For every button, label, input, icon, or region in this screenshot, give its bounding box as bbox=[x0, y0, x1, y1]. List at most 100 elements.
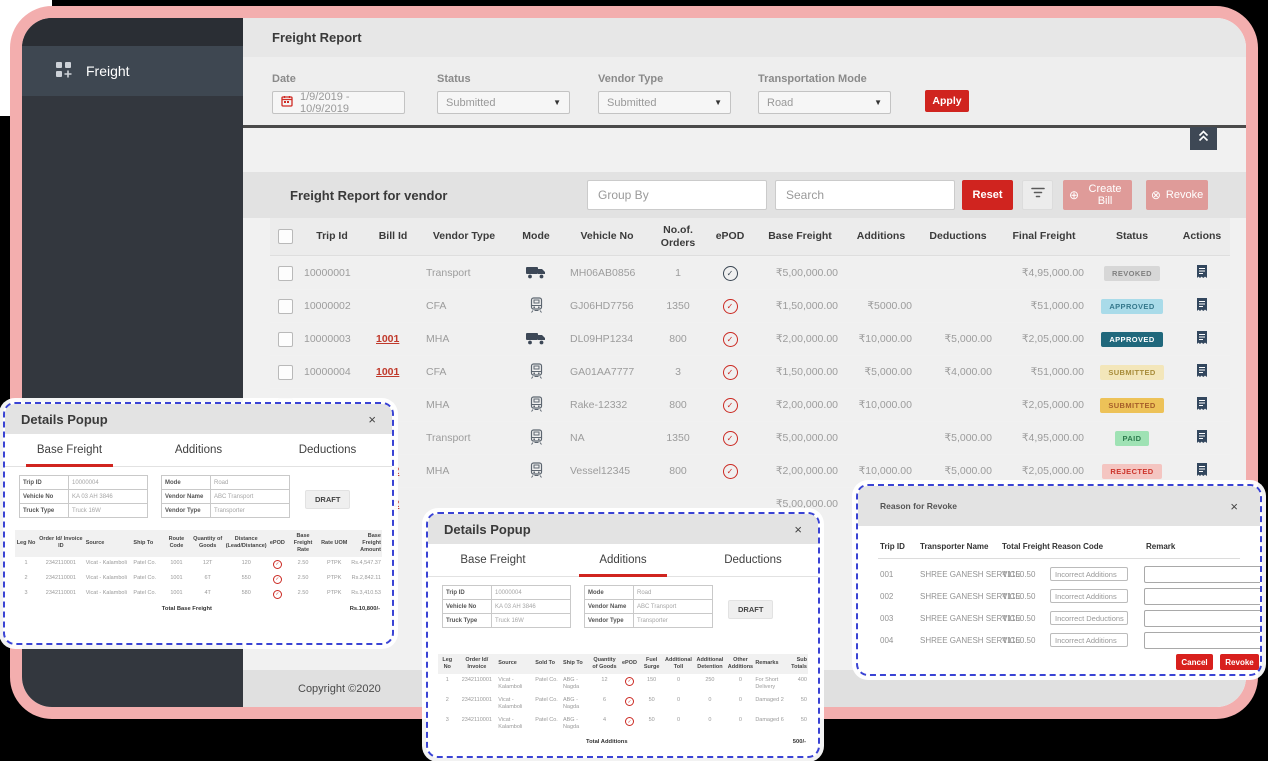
table-row: MHARake-12332800✓₹2,00,000.00₹10,000.00₹… bbox=[270, 389, 1230, 421]
field-row: Vehicle NoKA 03 AH 3846 bbox=[442, 599, 571, 614]
row-checkbox[interactable] bbox=[278, 299, 293, 314]
vendor-type-select[interactable]: Submitted ▼ bbox=[598, 91, 731, 114]
collapse-panel-button[interactable] bbox=[1190, 127, 1217, 150]
field-label: Mode bbox=[161, 475, 211, 490]
status-select[interactable]: Submitted ▼ bbox=[437, 91, 570, 114]
grid-col-header: Fuel Surge bbox=[640, 654, 664, 674]
status-badge: SUBMITTED bbox=[1100, 398, 1163, 413]
tab-deductions[interactable]: Deductions bbox=[688, 544, 818, 576]
filter-funnel-button[interactable] bbox=[1022, 180, 1053, 210]
vehicle-no-cell: Rake-12332 bbox=[562, 399, 652, 411]
bill-action-button[interactable] bbox=[1195, 363, 1209, 382]
field-value: Road bbox=[634, 585, 713, 600]
orders-cell: 800 bbox=[652, 333, 704, 345]
grid-header-row: Leg NoOrder Id/ Invoice IDSourceShip ToR… bbox=[15, 530, 382, 557]
vendor-fields: ModeRoadVendor NameABC TransportVendor T… bbox=[584, 586, 713, 628]
mode-road-icon bbox=[525, 270, 547, 282]
status-badge: REJECTED bbox=[1102, 464, 1161, 479]
sidebar-item-freight[interactable]: Freight bbox=[22, 46, 243, 96]
bill-document-icon bbox=[1195, 330, 1209, 349]
remark-input[interactable] bbox=[1144, 632, 1262, 649]
bill-action-button[interactable] bbox=[1195, 297, 1209, 316]
base-freight-cell: ₹5,00,000.00 bbox=[756, 498, 844, 510]
grid-cell: Rs.3,410.53 bbox=[349, 587, 382, 600]
bill-action-button[interactable] bbox=[1195, 462, 1209, 481]
select-all-checkbox[interactable] bbox=[278, 229, 293, 244]
grid-cell: 2.50 bbox=[287, 557, 320, 570]
group-by-input[interactable] bbox=[587, 180, 767, 210]
status-cell: PAID bbox=[1090, 431, 1174, 446]
row-checkbox[interactable] bbox=[278, 266, 293, 281]
bill-action-button[interactable] bbox=[1195, 264, 1209, 283]
close-icon[interactable]: × bbox=[1230, 499, 1238, 514]
bill-id-link[interactable]: 1001 bbox=[376, 333, 399, 345]
actions-cell bbox=[1174, 297, 1230, 316]
grid-cell: Vicat - Kalamboli bbox=[85, 587, 133, 600]
revoke-row: 003SHREE GANESH SERVICE₹1150.50Incorrect… bbox=[858, 609, 1260, 631]
grid-cell: 2342110001 bbox=[37, 587, 85, 600]
grid-cell: ✓ bbox=[268, 572, 286, 587]
grid-col-header: Order Id/ Invoice bbox=[457, 654, 498, 674]
details-popup-additions: Details Popup × Base Freight Additions D… bbox=[426, 512, 820, 758]
remark-input[interactable] bbox=[1144, 566, 1262, 583]
epod-status-icon: ✓ bbox=[625, 697, 634, 706]
final-freight-cell: ₹4,95,000.00 bbox=[998, 432, 1090, 444]
bill-action-button[interactable] bbox=[1195, 330, 1209, 349]
row-checkbox[interactable] bbox=[278, 332, 293, 347]
grid-cell: 2 bbox=[438, 694, 457, 707]
close-icon[interactable]: × bbox=[794, 522, 802, 537]
orders-cell: 800 bbox=[652, 399, 704, 411]
remark-input[interactable] bbox=[1144, 610, 1262, 627]
tab-base-freight[interactable]: Base Freight bbox=[5, 434, 134, 466]
status-cell: APPROVED bbox=[1090, 332, 1174, 347]
grid-cell: 0 bbox=[664, 674, 694, 687]
vendor-type-value: Submitted bbox=[607, 97, 657, 109]
screen: Freight Freight Report Date 1/9/2019 - 1… bbox=[0, 0, 1268, 761]
transport-mode-select[interactable]: Road ▼ bbox=[758, 91, 891, 114]
apply-button[interactable]: Apply bbox=[925, 90, 969, 112]
revoke-label: Revoke bbox=[1166, 189, 1203, 201]
grid-col-header: Remarks bbox=[754, 657, 787, 670]
reset-button[interactable]: Reset bbox=[962, 180, 1013, 210]
epod-status-icon: ✓ bbox=[723, 398, 738, 413]
col-header-remark: Remark bbox=[1146, 542, 1175, 551]
row-checkbox[interactable] bbox=[278, 365, 293, 380]
cancel-button[interactable]: Cancel bbox=[1176, 654, 1213, 670]
grid-col-header: ePOD bbox=[268, 537, 286, 550]
header-divider bbox=[878, 558, 1240, 559]
create-bill-button[interactable]: ⊕ Create Bill bbox=[1063, 180, 1132, 210]
date-range-value: 1/9/2019 - 10/9/2019 bbox=[300, 91, 396, 115]
bill-id-link[interactable]: 1001 bbox=[376, 366, 399, 378]
bill-action-button[interactable] bbox=[1195, 396, 1209, 415]
orders-cell: 800 bbox=[652, 465, 704, 477]
close-icon[interactable]: × bbox=[368, 412, 376, 427]
trip-id-value: 004 bbox=[880, 636, 893, 645]
status-badge: PAID bbox=[1115, 431, 1150, 446]
bill-action-button[interactable] bbox=[1195, 429, 1209, 448]
reason-code-select[interactable]: Incorrect Additions bbox=[1050, 567, 1128, 581]
revoke-confirm-button[interactable]: Revoke bbox=[1220, 654, 1259, 670]
date-range-input[interactable]: 1/9/2019 - 10/9/2019 bbox=[272, 91, 405, 114]
orders-cell: 3 bbox=[652, 366, 704, 378]
tab-additions[interactable]: Additions bbox=[134, 434, 263, 466]
search-input[interactable] bbox=[775, 180, 955, 210]
grid-cell: 3 bbox=[15, 587, 37, 600]
reason-code-select[interactable]: Incorrect Additions bbox=[1050, 633, 1128, 647]
tab-base-freight[interactable]: Base Freight bbox=[428, 544, 558, 576]
remark-input[interactable] bbox=[1144, 588, 1262, 605]
vehicle-no-cell: NA bbox=[562, 432, 652, 444]
transport-mode-label: Transportation Mode bbox=[758, 73, 891, 85]
grid-cell: 50 bbox=[788, 694, 808, 707]
status-value: Submitted bbox=[446, 97, 496, 109]
tab-deductions[interactable]: Deductions bbox=[263, 434, 392, 466]
grid-cell: Vicat - Kalamboli bbox=[497, 694, 534, 714]
revoke-button[interactable]: ⊗ Revoke bbox=[1146, 180, 1208, 210]
table-row: TransportNA1350✓₹5,00,000.00₹5,000.00₹4,… bbox=[270, 422, 1230, 454]
col-header: Trip Id bbox=[296, 230, 368, 243]
grid-cell: 1 bbox=[15, 557, 37, 570]
reason-code-select[interactable]: Incorrect Deductions bbox=[1050, 611, 1128, 625]
vendor-type-cell: MHA bbox=[418, 399, 510, 411]
reason-code-select[interactable]: Incorrect Additions bbox=[1050, 589, 1128, 603]
revoke-rows: 001SHREE GANESH SERVICE₹1150.50Incorrect… bbox=[858, 565, 1260, 653]
tab-additions[interactable]: Additions bbox=[558, 544, 688, 576]
